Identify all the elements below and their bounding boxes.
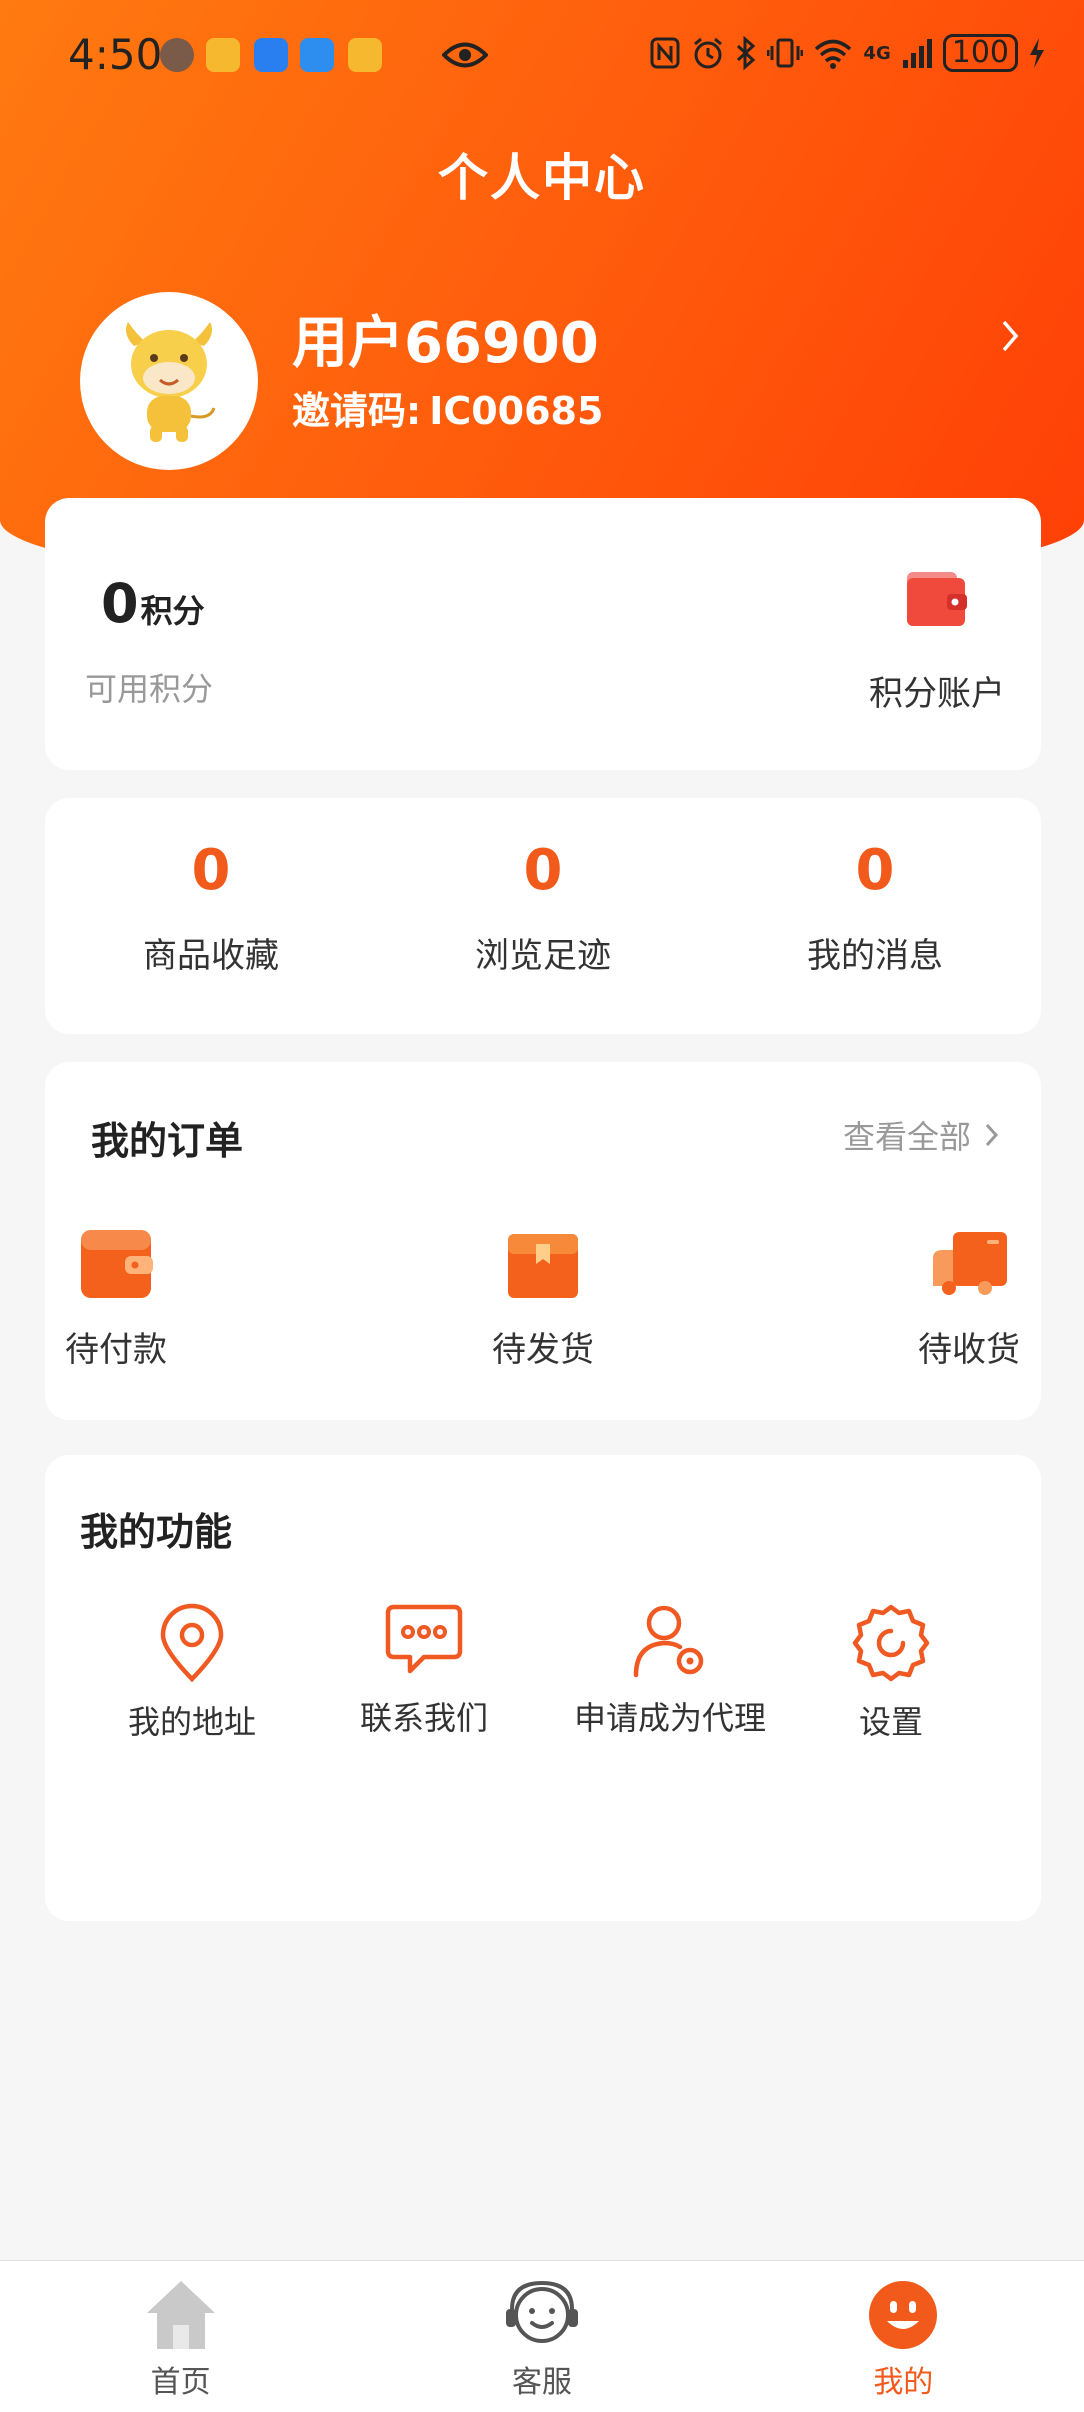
view-all-label: 查看全部 — [842, 1118, 971, 1156]
battery-indicator: 100 — [942, 34, 1018, 72]
message-notification-icon — [300, 38, 334, 72]
view-all-orders-link[interactable]: 查看全部 — [843, 1112, 1001, 1158]
profile-smile-icon — [869, 2281, 938, 2349]
tab-customer-service[interactable]: 客服 — [361, 2261, 722, 2412]
orders-title: 我的订单 — [91, 1119, 244, 1163]
tab-mine[interactable]: 我的 — [723, 2261, 1084, 2412]
invite-code-row: 邀请码: IC00685 — [292, 380, 603, 435]
charging-icon — [1030, 38, 1044, 68]
function-label: 申请成为代理 — [573, 1699, 766, 1737]
status-time: 4:50 — [68, 30, 163, 79]
points-account-link[interactable]: 积分账户 — [869, 666, 1005, 715]
bottom-tab-bar: 首页 客服 我的 — [0, 2260, 1084, 2412]
eye-comfort-icon — [442, 42, 488, 68]
tab-label: 客服 — [511, 2365, 572, 2400]
stat-history[interactable]: 0 浏览足迹 — [377, 798, 709, 1034]
stat-label: 商品收藏 — [143, 936, 279, 976]
user-gear-icon — [633, 1605, 704, 1678]
stat-value: 0 — [523, 838, 563, 903]
stat-messages[interactable]: 0 我的消息 — [709, 798, 1041, 1034]
cow-mascot-icon — [126, 322, 216, 442]
signal-icon — [902, 39, 932, 68]
tab-label: 我的 — [873, 2365, 934, 2400]
function-label: 我的地址 — [127, 1703, 256, 1741]
invite-code: IC00685 — [429, 389, 604, 433]
function-settings[interactable]: 设置 — [851, 1603, 931, 1743]
stat-favorites[interactable]: 0 商品收藏 — [45, 798, 377, 1034]
wallet-icon[interactable] — [903, 568, 969, 630]
truck-icon — [933, 1232, 1007, 1295]
weibo-notification-icon — [206, 38, 240, 72]
chevron-right-icon[interactable] — [996, 316, 1026, 356]
order-pending-shipment[interactable]: 待发货 — [473, 1228, 613, 1371]
order-label: 待发货 — [492, 1330, 594, 1370]
alarm-icon — [694, 37, 723, 69]
wifi-icon — [815, 39, 852, 69]
avatar[interactable] — [80, 292, 258, 470]
invite-label: 邀请码: — [292, 389, 422, 433]
weibo-notification-icon-2 — [348, 38, 382, 72]
package-icon — [508, 1234, 578, 1298]
stats-card: 0 商品收藏 0 浏览足迹 0 我的消息 — [45, 798, 1041, 1034]
bluetooth-icon — [737, 36, 756, 70]
customer-service-icon — [505, 2280, 578, 2343]
wallet-icon — [81, 1230, 153, 1298]
function-label: 联系我们 — [359, 1699, 488, 1737]
feishu-notification-icon — [254, 38, 288, 72]
tab-home[interactable]: 首页 — [0, 2261, 361, 2412]
location-pin-icon — [160, 1603, 224, 1683]
order-pending-payment[interactable]: 待付款 — [46, 1228, 186, 1371]
notification-avatar-icon — [160, 38, 194, 72]
function-my-address[interactable]: 我的地址 — [127, 1603, 257, 1743]
stat-value: 0 — [855, 838, 895, 903]
points-unit: 积分 — [140, 592, 205, 630]
available-points-label: 可用积分 — [85, 670, 214, 708]
order-label: 待付款 — [65, 1330, 167, 1370]
nfc-icon — [650, 37, 680, 69]
page-title: 个人中心 — [438, 149, 646, 207]
function-apply-agent[interactable]: 申请成为代理 — [560, 1603, 780, 1739]
tab-label: 首页 — [150, 2365, 211, 2400]
stat-label: 我的消息 — [807, 936, 943, 976]
username: 用户66900 — [292, 311, 599, 376]
network-type-label: 4G — [863, 42, 891, 64]
function-contact-us[interactable]: 联系我们 — [359, 1603, 489, 1739]
order-pending-receipt[interactable]: 待收货 — [899, 1228, 1039, 1371]
orders-card: 我的订单 查看全部 待付款 待发货 待收货 — [45, 1062, 1041, 1420]
points-card: 0积分 可用积分 积分账户 — [45, 498, 1041, 770]
status-bar: 4:50 4G 100 — [0, 0, 1084, 110]
chevron-right-icon — [985, 1123, 999, 1147]
stat-label: 浏览足迹 — [475, 936, 611, 976]
stat-value: 0 — [191, 838, 231, 903]
chat-bubble-icon — [385, 1604, 463, 1674]
functions-title: 我的功能 — [80, 1510, 233, 1554]
functions-card: 我的功能 我的地址 联系我们 申请成为代理 设置 — [45, 1455, 1041, 1921]
vibrate-icon — [767, 38, 804, 68]
points-value-row: 0积分 — [101, 572, 205, 635]
points-value: 0 — [101, 572, 139, 635]
settings-icon — [852, 1604, 930, 1682]
home-icon — [146, 2281, 215, 2349]
order-label: 待收货 — [918, 1330, 1020, 1370]
function-label: 设置 — [858, 1703, 923, 1741]
